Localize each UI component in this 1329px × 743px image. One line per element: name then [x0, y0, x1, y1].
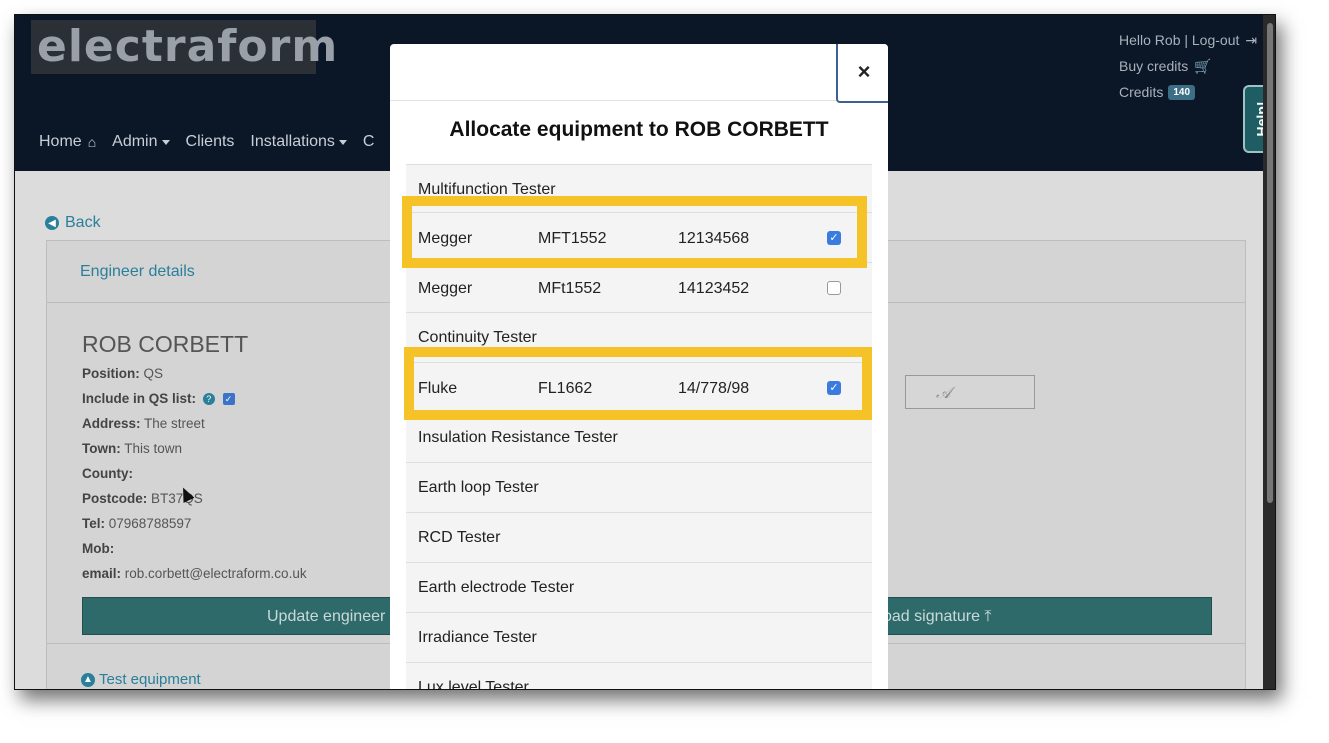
position-row: Position: QS [82, 366, 164, 381]
home-icon: ⌂ [87, 134, 97, 150]
arrow-up-circle-icon: ▲ [81, 672, 95, 687]
nav-installations-label: Installations [250, 133, 335, 150]
modal-header: × [390, 44, 888, 103]
qs-row: Include in QS list: ? ✓ [82, 391, 235, 406]
logo: electraform [31, 20, 337, 74]
credits-badge: 140 [1168, 84, 1196, 100]
category-row: Irradiance Tester [406, 613, 872, 663]
town-row: Town: This town [82, 441, 183, 456]
equipment-model: MFt1552 [538, 280, 602, 297]
category-row: Lux level Tester [406, 663, 872, 689]
greeting-row: Hello Rob | Log-out ⇥ [1119, 27, 1257, 53]
close-button[interactable]: × [836, 44, 888, 103]
main-nav: Home ⌂ Admin Clients Installations C [39, 133, 390, 151]
highlight-box [404, 347, 872, 420]
highlight-box [402, 196, 867, 268]
mob-row: Mob: [82, 541, 115, 556]
nav-clients[interactable]: Clients [186, 133, 235, 151]
back-link[interactable]: ◀ Back [45, 214, 101, 232]
tel-row: Tel: 07968788597 [82, 516, 192, 531]
scrollbar[interactable] [1263, 15, 1275, 689]
county-row: County: [82, 466, 133, 481]
logout-icon: ⇥ [1245, 31, 1258, 48]
back-label: Back [65, 214, 101, 231]
nav-admin[interactable]: Admin [112, 133, 170, 151]
qs-checkbox[interactable]: ✓ [222, 393, 235, 406]
nav-more-label: C [362, 133, 375, 150]
cart-icon: 🛒 [1194, 57, 1212, 74]
signature-image: 𝒜 [905, 375, 1035, 409]
nav-home-label: Home [39, 133, 82, 150]
equipment-checkbox[interactable] [827, 281, 841, 295]
nav-installations[interactable]: Installations [250, 133, 347, 151]
help-circle-icon[interactable]: ? [202, 393, 215, 406]
modal-title: Allocate equipment to ROB CORBETT [449, 118, 829, 141]
engineer-name: ROB CORBETT [82, 331, 249, 357]
nav-home[interactable]: Home ⌂ [39, 133, 96, 151]
category-row: Insulation Resistance Tester [406, 413, 872, 463]
user-area: Hello Rob | Log-out ⇥ Buy credits 🛒 Cred… [1119, 27, 1257, 105]
update-engineer-label: Update engineer [267, 608, 386, 625]
equipment-serial: 14123452 [678, 280, 750, 297]
buy-credits-label: Buy credits [1119, 58, 1189, 74]
upload-icon: ⤒ [984, 608, 992, 625]
nav-more[interactable]: C [363, 133, 375, 151]
scrollbar-thumb[interactable] [1267, 23, 1273, 503]
category-row: Earth electrode Tester [406, 563, 872, 613]
back-arrow-icon: ◀ [45, 216, 59, 230]
credits-row: Credits 140 [1119, 79, 1257, 105]
engineer-details-link[interactable]: Engineer details [80, 263, 195, 281]
test-equipment-label: Test equipment [99, 671, 201, 688]
equipment-make: Megger [418, 280, 473, 297]
address-row: Address: The street [82, 416, 205, 431]
email-row: email: rob.corbett@electraform.co.uk [82, 566, 307, 581]
browser-window: electraform Hello Rob | Log-out ⇥ Buy cr… [14, 14, 1276, 690]
nav-clients-label: Clients [185, 133, 235, 150]
test-equipment-link[interactable]: ▲ Test equipment [81, 671, 201, 688]
chevron-down-icon [338, 139, 347, 145]
buy-credits-link[interactable]: Buy credits 🛒 [1119, 53, 1257, 79]
chevron-down-icon [161, 139, 170, 145]
category-row: Earth loop Tester [406, 463, 872, 513]
nav-admin-label: Admin [112, 133, 158, 150]
category-row: RCD Tester [406, 513, 872, 563]
equipment-row[interactable]: Megger MFt1552 14123452 [406, 263, 872, 313]
upload-signature-label: oad signature ⤒ [883, 608, 992, 625]
logout-link[interactable]: Hello Rob | Log-out [1119, 32, 1239, 48]
credits-label: Credits [1119, 84, 1164, 100]
